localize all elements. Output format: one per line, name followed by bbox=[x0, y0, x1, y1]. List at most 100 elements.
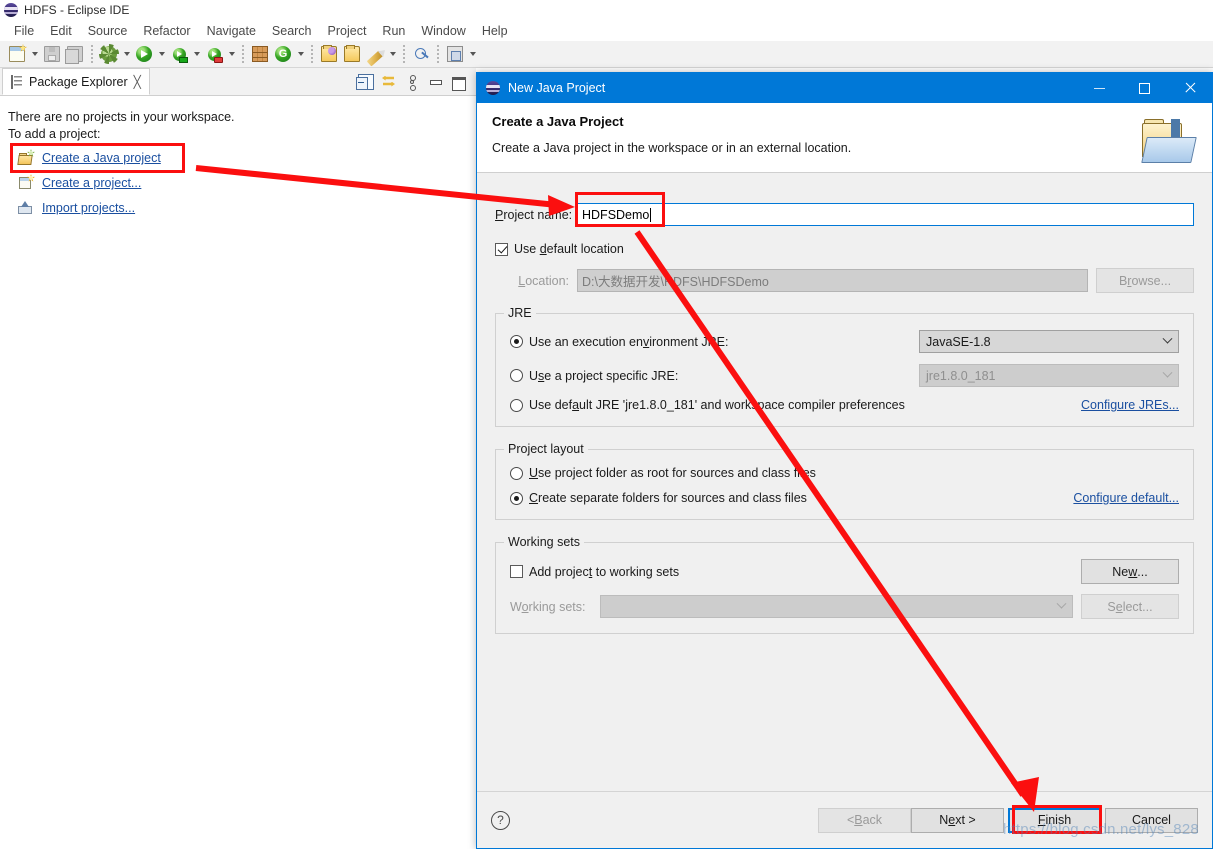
main-toolbar bbox=[0, 41, 1213, 68]
link-with-editor-icon[interactable] bbox=[381, 74, 397, 90]
open-task-icon[interactable] bbox=[341, 43, 363, 65]
add-to-working-sets-row[interactable]: Add project to working sets Ne w... bbox=[510, 559, 1179, 584]
new-java-class-icon[interactable] bbox=[272, 43, 294, 65]
annotation-dropdown-icon[interactable] bbox=[387, 43, 398, 65]
working-sets-row: Working sets: Se lect... bbox=[510, 594, 1179, 619]
new-working-set-button[interactable]: Ne w... bbox=[1081, 559, 1179, 584]
tab-package-explorer-label: Package Explorer bbox=[29, 74, 128, 89]
watermark: https://blog.csdn.net/lys_828 bbox=[1003, 821, 1199, 838]
debug-dropdown-icon[interactable] bbox=[121, 43, 132, 65]
jre-default-radio[interactable] bbox=[510, 398, 523, 412]
run-external-tools-dropdown-icon[interactable] bbox=[191, 43, 202, 65]
menu-navigate[interactable]: Navigate bbox=[199, 22, 264, 40]
layout-project-folder-radio[interactable] bbox=[510, 466, 523, 480]
new-document-dropdown-icon[interactable] bbox=[29, 43, 40, 65]
select-working-set-button: Se lect... bbox=[1081, 594, 1179, 619]
dialog-window-controls bbox=[1077, 73, 1212, 103]
menu-edit[interactable]: Edit bbox=[42, 22, 80, 40]
debug-icon[interactable] bbox=[98, 43, 120, 65]
minimize-icon[interactable] bbox=[427, 74, 443, 90]
browse-button: Br owse... bbox=[1096, 268, 1194, 293]
run-dropdown-icon[interactable] bbox=[156, 43, 167, 65]
link-create-project[interactable]: Create a project... bbox=[18, 174, 141, 190]
link-create-java-project[interactable]: Create a Java project bbox=[17, 149, 161, 165]
project-specific-jre-value: jre1.8.0_181 bbox=[926, 368, 996, 383]
add-to-working-sets-checkbox[interactable] bbox=[510, 565, 523, 578]
link-import-projects[interactable]: Import projects... bbox=[18, 201, 135, 215]
save-all-icon[interactable] bbox=[64, 43, 86, 65]
execution-environment-value: JavaSE-1.8 bbox=[926, 334, 991, 349]
jre-project-specific-row[interactable]: Use a project specific JRE: jre1.8.0_181 bbox=[510, 364, 1179, 387]
jre-execution-environment-row[interactable]: Use an execution environment JRE: JavaSE… bbox=[510, 330, 1179, 353]
app-titlebar: HDFS - Eclipse IDE bbox=[0, 0, 1213, 20]
layout-separate-folders-row[interactable]: Create separate folders for sources and … bbox=[510, 491, 1179, 505]
jre-execution-environment-radio[interactable] bbox=[510, 335, 523, 348]
jre-default-row[interactable]: Use default JRE 'jre1.8.0_181' and works… bbox=[510, 398, 1179, 412]
previous-annotation-dropdown-icon[interactable] bbox=[467, 43, 478, 65]
link-create-java-project-label[interactable]: Create a Java project bbox=[42, 151, 161, 165]
dialog-titlebar[interactable]: New Java Project bbox=[477, 73, 1212, 103]
new-java-class-dropdown-icon[interactable] bbox=[295, 43, 306, 65]
new-project-icon bbox=[18, 174, 35, 190]
menu-search[interactable]: Search bbox=[264, 22, 320, 40]
project-name-value: HDFSDemo bbox=[582, 207, 650, 222]
new-document-icon[interactable] bbox=[6, 43, 28, 65]
help-icon[interactable] bbox=[491, 810, 510, 830]
chevron-down-icon bbox=[1156, 367, 1178, 379]
layout-separate-folders-radio[interactable] bbox=[510, 491, 523, 505]
run-external-tools-icon[interactable] bbox=[168, 43, 190, 65]
minimize-button[interactable] bbox=[1077, 73, 1122, 103]
next-button[interactable]: Ne xt > bbox=[911, 807, 1004, 833]
annotation-icon[interactable] bbox=[364, 43, 386, 66]
jre-group-legend: JRE bbox=[504, 306, 536, 320]
layout-project-folder-row[interactable]: Use project folder as root for sources a… bbox=[510, 466, 1179, 480]
project-name-input[interactable]: HDFSDemo bbox=[577, 203, 1194, 226]
view-menu-icon[interactable] bbox=[404, 74, 420, 91]
eclipse-icon bbox=[4, 3, 18, 17]
run-ant-icon[interactable] bbox=[203, 43, 225, 65]
menu-window[interactable]: Window bbox=[413, 22, 473, 40]
new-java-package-icon[interactable] bbox=[249, 43, 271, 65]
toolbar-separator-4 bbox=[403, 45, 405, 63]
maximize-button[interactable] bbox=[1122, 73, 1167, 103]
menu-file[interactable]: File bbox=[6, 22, 42, 40]
link-import-projects-label[interactable]: Import projects... bbox=[42, 201, 135, 215]
menubar: File Edit Source Refactor Navigate Searc… bbox=[0, 20, 1213, 41]
save-icon[interactable] bbox=[41, 43, 63, 65]
back-button: < Back bbox=[818, 807, 911, 833]
menu-refactor[interactable]: Refactor bbox=[135, 22, 198, 40]
location-input: D:\大数据开发\HDFS\HDFSDemo bbox=[577, 269, 1088, 292]
link-create-project-label[interactable]: Create a project... bbox=[42, 176, 141, 190]
menu-run[interactable]: Run bbox=[374, 22, 413, 40]
close-button[interactable] bbox=[1167, 73, 1212, 103]
previous-annotation-icon[interactable] bbox=[444, 43, 466, 65]
jre-default-label: Use default JRE 'jre1.8.0_181' and works… bbox=[529, 398, 905, 412]
new-java-project-banner-icon bbox=[1138, 113, 1200, 167]
dialog-title: New Java Project bbox=[508, 81, 606, 95]
jre-project-specific-radio[interactable] bbox=[510, 369, 523, 382]
eclipse-icon bbox=[486, 81, 500, 95]
collapse-all-icon[interactable] bbox=[356, 73, 374, 90]
use-default-location-label: Use default location bbox=[514, 242, 624, 256]
configure-default-link[interactable]: Configure default... bbox=[1073, 491, 1179, 505]
close-icon[interactable]: ╳ bbox=[134, 75, 141, 89]
execution-environment-combo[interactable]: JavaSE-1.8 bbox=[919, 330, 1179, 353]
maximize-icon[interactable] bbox=[450, 74, 466, 91]
dialog-footer: < Back Next > Finish Cancel bbox=[477, 791, 1212, 848]
menu-project[interactable]: Project bbox=[320, 22, 375, 40]
chevron-down-icon bbox=[1050, 598, 1072, 610]
skip-breakpoints-icon[interactable] bbox=[410, 43, 432, 65]
menu-help[interactable]: Help bbox=[474, 22, 516, 40]
use-default-location-checkbox[interactable] bbox=[495, 242, 508, 256]
open-type-icon[interactable] bbox=[318, 43, 340, 65]
empty-workspace-message-2: To add a project: bbox=[8, 127, 101, 141]
empty-workspace-message-1: There are no projects in your workspace. bbox=[8, 110, 235, 124]
package-explorer-body: There are no projects in your workspace.… bbox=[0, 96, 476, 849]
use-default-location-row[interactable]: Use default location bbox=[495, 242, 1194, 256]
tab-package-explorer[interactable]: Package Explorer ╳ bbox=[2, 68, 150, 95]
configure-jres-link[interactable]: Configure JREs... bbox=[1081, 398, 1179, 412]
run-icon[interactable] bbox=[133, 43, 155, 65]
run-ant-dropdown-icon[interactable] bbox=[226, 43, 237, 65]
project-layout-group-legend: Project layout bbox=[504, 442, 588, 456]
menu-source[interactable]: Source bbox=[80, 22, 136, 40]
